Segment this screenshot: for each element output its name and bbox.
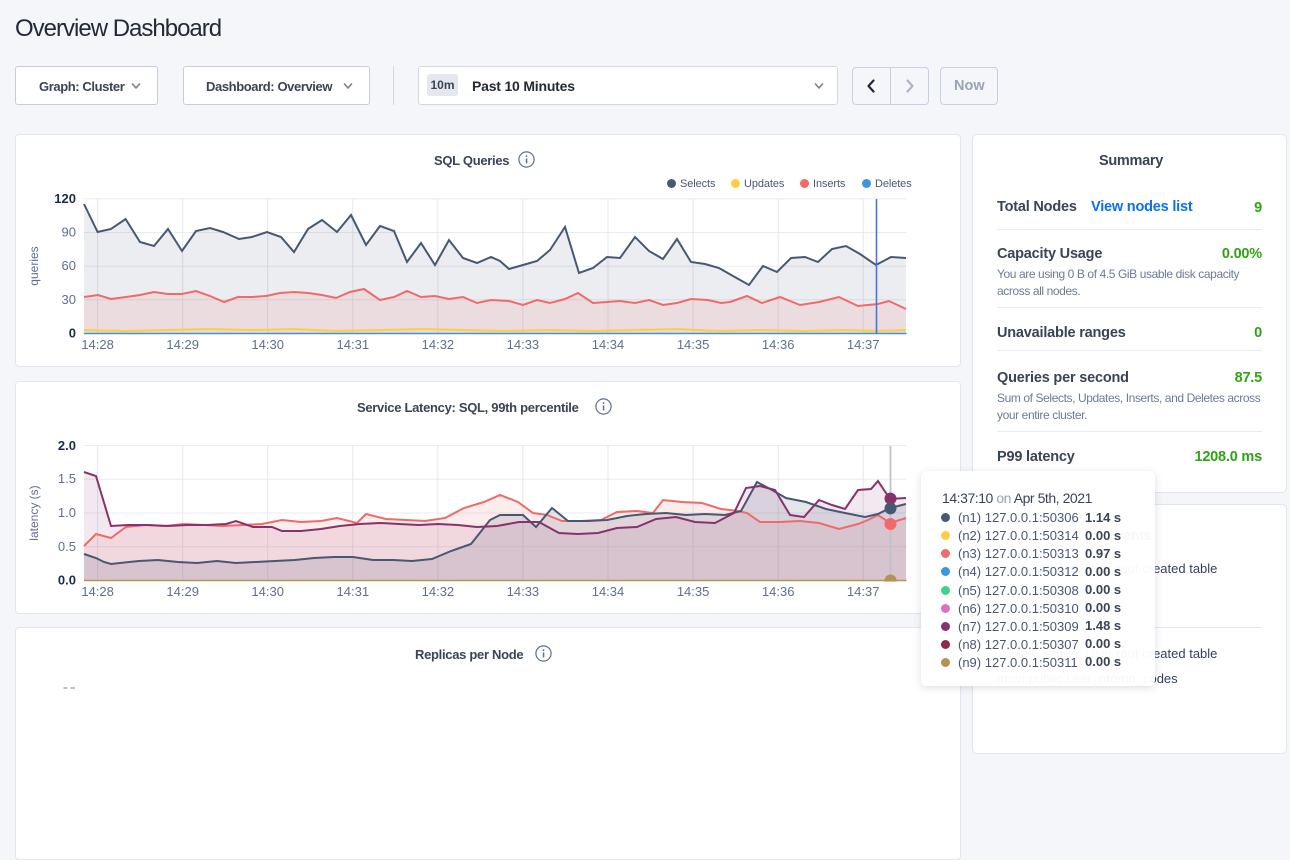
svg-text:0.0: 0.0 bbox=[58, 573, 76, 588]
svg-text:14:35: 14:35 bbox=[677, 337, 710, 352]
svg-text:14:30: 14:30 bbox=[251, 337, 284, 352]
svg-text:14:36: 14:36 bbox=[762, 584, 795, 599]
svg-text:14:31: 14:31 bbox=[337, 584, 370, 599]
svg-text:1.0: 1.0 bbox=[58, 505, 76, 520]
svg-text:14:29: 14:29 bbox=[166, 337, 199, 352]
svg-text:60: 60 bbox=[62, 258, 76, 273]
svg-text:14:35: 14:35 bbox=[677, 584, 710, 599]
svg-text:14:28: 14:28 bbox=[81, 584, 114, 599]
svg-text:2.0: 2.0 bbox=[58, 438, 76, 453]
svg-text:14:37: 14:37 bbox=[847, 584, 880, 599]
svg-text:14:33: 14:33 bbox=[507, 584, 540, 599]
svg-text:latency (s): latency (s) bbox=[27, 485, 41, 540]
svg-text:14:28: 14:28 bbox=[81, 337, 114, 352]
svg-text:14:34: 14:34 bbox=[592, 584, 625, 599]
svg-text:14:33: 14:33 bbox=[507, 337, 540, 352]
svg-text:14:37: 14:37 bbox=[847, 337, 880, 352]
svg-text:1.5: 1.5 bbox=[58, 471, 76, 486]
svg-text:14:29: 14:29 bbox=[166, 584, 199, 599]
svg-text:90: 90 bbox=[62, 225, 76, 240]
svg-text:14:31: 14:31 bbox=[337, 337, 370, 352]
svg-text:0: 0 bbox=[69, 326, 76, 341]
svg-text:0.5: 0.5 bbox=[58, 539, 76, 554]
svg-text:14:36: 14:36 bbox=[762, 337, 795, 352]
svg-text:14:34: 14:34 bbox=[592, 337, 625, 352]
svg-text:30: 30 bbox=[62, 292, 76, 307]
svg-text:120: 120 bbox=[54, 191, 76, 206]
svg-text:queries: queries bbox=[27, 246, 41, 285]
svg-text:14:30: 14:30 bbox=[251, 584, 284, 599]
svg-text:14:32: 14:32 bbox=[422, 584, 455, 599]
svg-text:14:32: 14:32 bbox=[422, 337, 455, 352]
